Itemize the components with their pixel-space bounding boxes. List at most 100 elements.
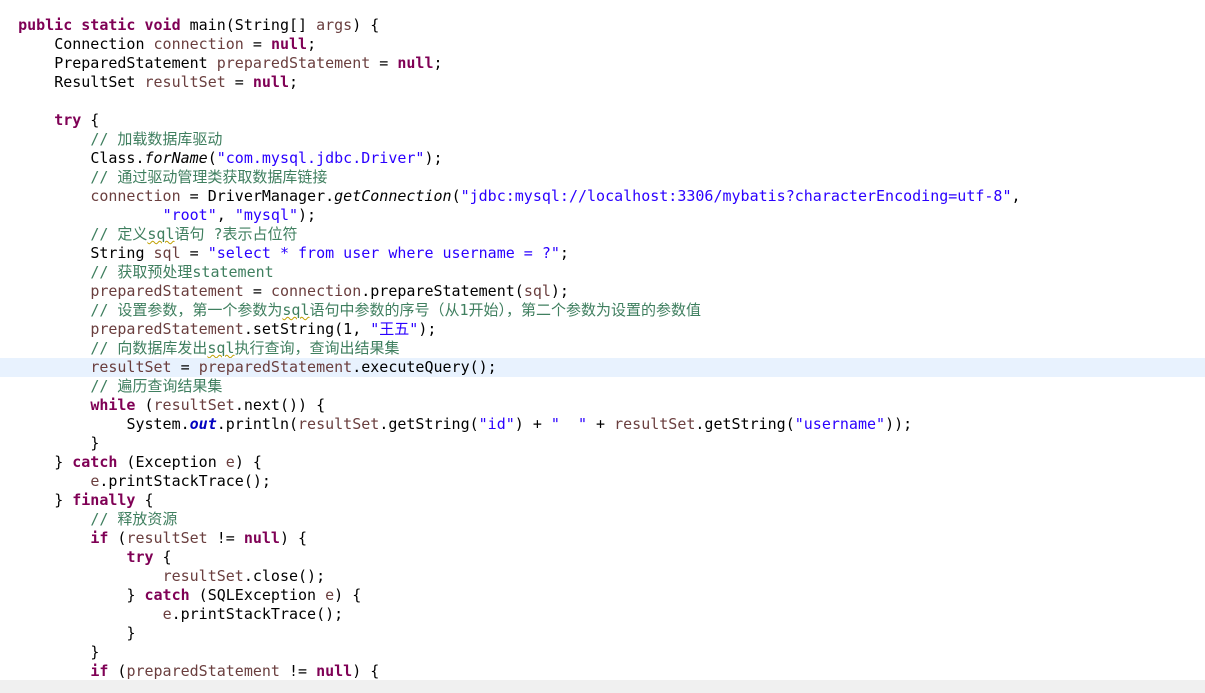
variable: e [325, 586, 335, 604]
code-line: preparedStatement.setString(1, "王五"); [0, 320, 1205, 339]
code-text: .getString( [695, 415, 795, 433]
code-text: { [81, 111, 100, 129]
code-line: resultSet.close(); [0, 567, 1205, 586]
code-text: (Exception [117, 453, 226, 471]
code-text: .printStackTrace(); [171, 605, 344, 623]
code-line: String sql = "select * from user where u… [0, 244, 1205, 263]
code-line: try { [0, 548, 1205, 567]
string-literal: "王五" [370, 320, 419, 338]
comment: // 定义 [90, 225, 148, 243]
code-text: = [243, 282, 271, 300]
code-line: } [0, 643, 1205, 662]
code-text: ; [307, 35, 317, 53]
keyword: try [126, 548, 154, 566]
code-text: Class. [90, 149, 145, 167]
code-text: ( [135, 396, 154, 414]
variable: resultSet [162, 567, 244, 585]
keyword: while [90, 396, 136, 414]
keyword: public [18, 16, 73, 34]
comment-spellcheck: sql [147, 225, 175, 243]
string-literal: " " [550, 415, 588, 433]
variable: e [225, 453, 235, 471]
code-line: // 遍历查询结果集 [0, 377, 1205, 396]
code-line: } catch (SQLException e) { [0, 586, 1205, 605]
variable: resultSet [153, 396, 235, 414]
code-text: } [126, 624, 136, 642]
code-text: = [225, 73, 253, 91]
code-text: { [135, 491, 154, 509]
variable: resultSet [614, 415, 696, 433]
code-text: ( [108, 662, 127, 680]
code-text: Connection [54, 35, 154, 53]
code-text: .printStackTrace(); [99, 472, 271, 490]
code-text: } [90, 643, 100, 661]
comment: // 设置参数，第一个参数为 [90, 301, 283, 319]
code-line: if (preparedStatement != null) { [0, 662, 1205, 681]
code-text: } [54, 491, 73, 509]
code-text: main(String[] [180, 16, 317, 34]
code-text: + [587, 415, 615, 433]
code-text: } [90, 434, 100, 452]
code-line: // 加载数据库驱动 [0, 130, 1205, 149]
code-line: } finally { [0, 491, 1205, 510]
keyword: static [81, 16, 136, 34]
code-text: = [370, 54, 398, 72]
comment: // 获取预处理statement [90, 263, 274, 281]
variable: resultSet [126, 529, 208, 547]
code-text: , [216, 206, 235, 224]
code-text: = DriverManager. [180, 187, 335, 205]
code-text: .executeQuery(); [352, 358, 497, 376]
code-text: (SQLException [189, 586, 326, 604]
variable: preparedStatement [126, 662, 280, 680]
keyword: null [270, 35, 308, 53]
code-text: , [1011, 187, 1021, 205]
code-text: String [90, 244, 154, 262]
code-editor[interactable]: public static void main(String[] args) {… [0, 0, 1205, 680]
code-line: ResultSet resultSet = null; [0, 73, 1205, 92]
string-literal: "id" [478, 415, 515, 433]
code-line: connection = DriverManager.getConnection… [0, 187, 1205, 206]
code-line: Connection connection = null; [0, 35, 1205, 54]
code-text: ( [207, 149, 217, 167]
keyword: try [54, 111, 82, 129]
code-text: )); [885, 415, 913, 433]
code-line: // 释放资源 [0, 510, 1205, 529]
code-line: e.printStackTrace(); [0, 472, 1205, 491]
string-literal: "root" [162, 206, 217, 224]
variable: connection [153, 35, 244, 53]
code-text: ); [550, 282, 569, 300]
code-line: // 获取预处理statement [0, 263, 1205, 282]
string-literal: "username" [794, 415, 886, 433]
code-text: ); [418, 320, 437, 338]
static-method: getConnection [334, 187, 452, 205]
string-literal: "jdbc:mysql://localhost:3306/mybatis?cha… [460, 187, 1012, 205]
keyword: catch [144, 586, 190, 604]
code-line: Class.forName("com.mysql.jdbc.Driver"); [0, 149, 1205, 168]
variable: connection [90, 187, 181, 205]
code-text: ) { [352, 16, 380, 34]
keyword: null [252, 73, 289, 91]
keyword: finally [72, 491, 136, 509]
variable: resultSet [144, 73, 226, 91]
code-line: PreparedStatement preparedStatement = nu… [0, 54, 1205, 73]
string-literal: "mysql" [234, 206, 299, 224]
code-text: System. [126, 415, 190, 433]
code-text: != [207, 529, 244, 547]
variable: preparedStatement [198, 358, 353, 376]
comment: // 向数据库发出 [90, 339, 208, 357]
current-code-line: resultSet = preparedStatement.executeQue… [0, 358, 1205, 377]
comment: 语句中参数的序号（从1开始），第二个参数为设置的参数值 [309, 301, 702, 319]
comment-spellcheck: sql [282, 301, 310, 319]
comment: // 释放资源 [90, 510, 178, 528]
code-text: { [153, 548, 172, 566]
code-text: ) + [514, 415, 551, 433]
code-text: } [126, 586, 145, 604]
code-text: = [180, 244, 208, 262]
variable: sql [523, 282, 551, 300]
code-line: } [0, 624, 1205, 643]
code-line: "root", "mysql"); [0, 206, 1205, 225]
code-line: // 定义sql语句 ?表示占位符 [0, 225, 1205, 244]
code-text: ; [433, 54, 443, 72]
code-text: ( [108, 529, 127, 547]
variable: args [316, 16, 353, 34]
